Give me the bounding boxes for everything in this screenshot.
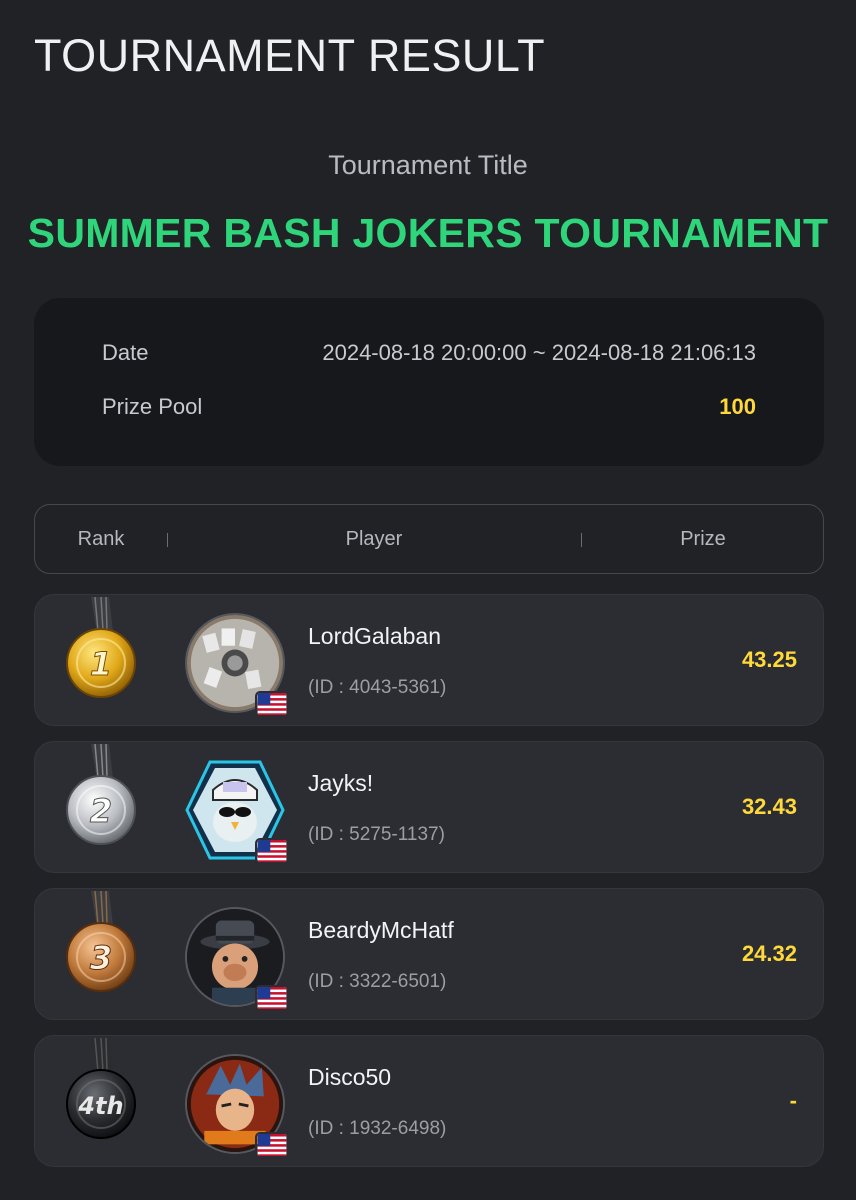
medal-rank-label: 2 [90,792,112,830]
tournament-info-card: Date 2024-08-18 20:00:00 ~ 2024-08-18 21… [34,298,824,466]
bronze-medal-icon: 3 [66,890,136,992]
us-flag-icon [255,691,289,717]
black-medal-icon: 4th [66,1037,136,1139]
date-row: Date 2024-08-18 20:00:00 ~ 2024-08-18 21… [102,340,756,366]
results-table-header: Rank Player Prize [34,504,824,574]
player-id: (ID : 3322-6501) [308,971,447,992]
player-avatar-wrap [185,760,289,864]
player-name: BeardyMcHatf [308,917,454,943]
player-name: Disco50 [308,1064,392,1090]
table-row[interactable]: 2 Jayks! (ID : 5275-1137) 32.43 [34,741,824,873]
prize-pool-label: Prize Pool [102,394,203,419]
player-name: Jayks! [308,770,374,796]
medal-rank-label: 4th [77,1092,123,1120]
date-label: Date [102,340,149,365]
player-id: (ID : 4043-5361) [308,677,447,698]
tournament-name: SUMMER BASH JOKERS TOURNAMENT [27,210,829,256]
date-value: 2024-08-18 20:00:00 ~ 2024-08-18 21:06:1… [322,340,756,365]
player-avatar-wrap [185,1054,289,1158]
player-prize: 24.32 [741,941,797,966]
medal-rank-label: 1 [90,645,112,683]
us-flag-icon [255,1132,289,1158]
tournament-title-label: Tournament Title [328,150,528,180]
player-prize: 32.43 [741,794,797,819]
player-id: (ID : 5275-1137) [308,824,445,845]
us-flag-icon [255,838,289,864]
table-row[interactable]: 4th Disco50 (ID : 1932-6498) - [34,1035,824,1167]
prize-pool-row: Prize Pool 100 [102,394,756,420]
player-avatar-wrap [185,907,289,1011]
silver-medal-icon: 2 [66,743,136,845]
column-header-player: Player [345,527,403,550]
player-prize: 43.25 [741,647,797,672]
table-row[interactable]: 3 BeardyMcHatf (ID : 3322-6501) 24.32 [34,888,824,1020]
gold-medal-icon: 1 [66,596,136,698]
medal-rank-label: 3 [90,939,112,977]
player-id: (ID : 1932-6498) [308,1118,447,1139]
column-header-prize: Prize [680,527,726,550]
player-prize: - [789,1088,797,1113]
table-row[interactable]: 1 LordGalaban (ID : 4043-5361) 43.25 [34,594,824,726]
player-avatar-wrap [185,613,289,717]
page-title: TOURNAMENT RESULT [34,30,546,81]
prize-pool-value: 100 [719,394,756,419]
column-header-rank: Rank [77,527,125,550]
player-name: LordGalaban [308,623,441,649]
us-flag-icon [255,985,289,1011]
